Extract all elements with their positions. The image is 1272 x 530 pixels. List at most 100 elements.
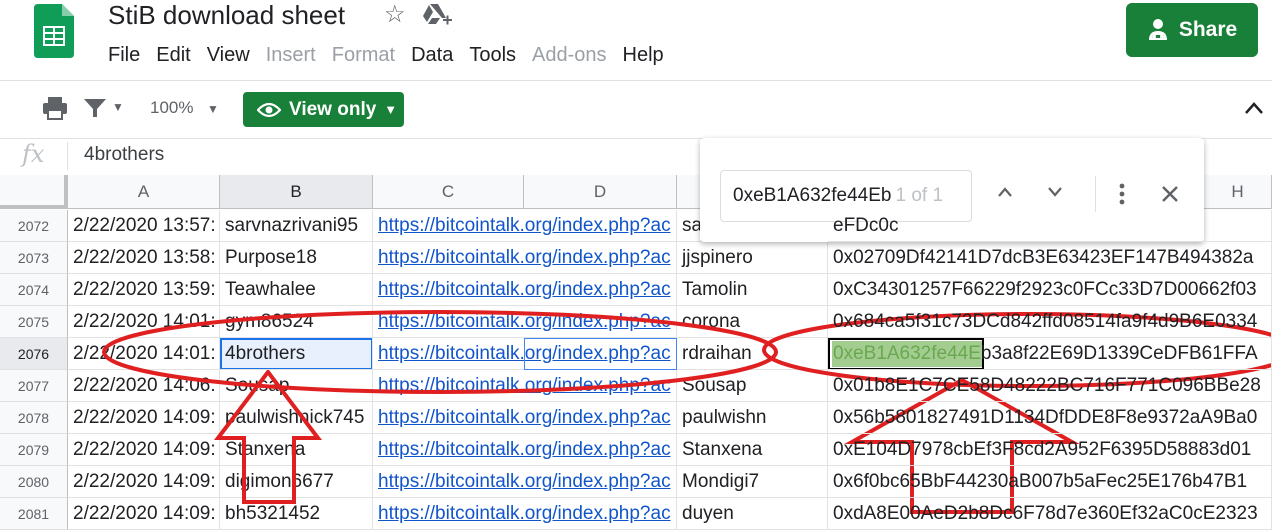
document-title[interactable]: StiB download sheet <box>108 0 345 31</box>
wallet-address-cell[interactable]: eFDc0c <box>828 210 1272 242</box>
username-cell[interactable]: Teawhalee <box>220 274 373 306</box>
name-cell[interactable]: Stanxena <box>677 434 828 466</box>
zoom-select[interactable]: 100% <box>150 98 193 118</box>
formula-input[interactable]: 4brothers <box>84 144 164 166</box>
username-cell[interactable]: Stanxena <box>220 434 373 466</box>
menu-file[interactable]: File <box>100 42 148 68</box>
wallet-address-cell[interactable]: 0x6f0bc65BbF44230aB007b5aFec25E176b47B1 <box>828 466 1272 498</box>
profile-link-cell[interactable]: https://bitcointalk.org/index.php?ac <box>373 402 677 434</box>
timestamp-cell[interactable]: 2/22/2020 14:09: <box>68 466 220 498</box>
wallet-address-cell[interactable]: 0x56b5801827491D1134DfDDE8F8e9372aA9Ba0 <box>828 402 1272 434</box>
menu-format[interactable]: Format <box>324 42 403 68</box>
username-cell[interactable]: paulwishnick745 <box>220 402 373 434</box>
wallet-address-cell[interactable]: 0xE104D7978cbEf3F8cd2A952F6395D58883d01 <box>828 434 1272 466</box>
row-header[interactable]: 2077 <box>0 370 68 402</box>
menu-view[interactable]: View <box>199 42 258 68</box>
menu-edit[interactable]: Edit <box>148 42 198 68</box>
username-cell[interactable]: sarvnazrivani95 <box>220 210 373 242</box>
name-cell[interactable]: duyen <box>677 498 828 530</box>
profile-link-cell[interactable]: https://bitcointalk.org/index.php?ac <box>373 466 677 498</box>
row-header[interactable]: 2074 <box>0 274 68 306</box>
menu-bar: File Edit View Insert Format Data Tools … <box>100 42 672 68</box>
profile-link-cell[interactable]: https://bitcointalk.org/index.php?ac <box>373 210 677 242</box>
select-all-corner[interactable] <box>0 175 68 209</box>
menu-tools[interactable]: Tools <box>461 42 524 68</box>
name-cell[interactable]: rdraihan <box>677 338 828 370</box>
row-header[interactable]: 2080 <box>0 466 68 498</box>
zoom-dropdown-icon[interactable]: ▼ <box>207 102 219 116</box>
more-vert-icon[interactable] <box>1114 182 1130 206</box>
chevron-up-icon[interactable] <box>1244 100 1264 116</box>
filter-icon[interactable] <box>83 96 107 120</box>
row-header[interactable]: 2081 <box>0 498 68 530</box>
name-cell[interactable]: corona <box>677 306 828 338</box>
wallet-address-cell[interactable]: 0x684ca5f31c73DCd842ffd08514fa9f4d9B6E03… <box>828 306 1272 338</box>
row-header[interactable]: 2075 <box>0 306 68 338</box>
wallet-address-cell[interactable]: 0x02709Df42141D7dcB3E63423EF147B494382a <box>828 242 1272 274</box>
print-icon[interactable] <box>42 96 68 120</box>
name-cell[interactable]: Tamolin <box>677 274 828 306</box>
wallet-address-cell[interactable]: 0xC34301257F66229f2923c0FCc33D7D00662f03 <box>828 274 1272 306</box>
wallet-address-rest: b3a8f22E69D1339CeDFB61FFA <box>980 343 1258 364</box>
view-only-label: View only <box>289 98 377 120</box>
wallet-address-cell[interactable]: 0xdA8E00AeD2b8Dc6F78d7e360Ef32aC0cE2323 <box>828 498 1272 530</box>
timestamp-cell[interactable]: 2/22/2020 13:57: <box>68 210 220 242</box>
menu-help[interactable]: Help <box>615 42 672 68</box>
find-next-icon[interactable] <box>1045 184 1065 200</box>
username-cell[interactable]: gym86524 <box>220 306 373 338</box>
timestamp-cell[interactable]: 2/22/2020 14:09: <box>68 498 220 530</box>
username-cell[interactable]: 4brothers <box>220 338 373 370</box>
row-header[interactable]: 2076 <box>0 338 68 370</box>
row-header[interactable]: 2073 <box>0 242 68 274</box>
name-cell[interactable]: jjspinero <box>677 242 828 274</box>
name-cell[interactable]: Sousap <box>677 370 828 402</box>
name-cell[interactable]: paulwishn <box>677 402 828 434</box>
timestamp-cell[interactable]: 2/22/2020 14:06: <box>68 370 220 402</box>
eye-icon <box>257 102 281 117</box>
column-header-h[interactable]: H <box>1204 175 1272 209</box>
wallet-address-cell[interactable]: 0xeB1A632fe44Eb3a8f22E69D1339CeDFB61FFA <box>828 338 1272 370</box>
profile-link-cell[interactable]: https://bitcointalk.org/index.php?ac <box>373 370 677 402</box>
username-cell[interactable]: Sousap <box>220 370 373 402</box>
find-previous-icon[interactable] <box>995 184 1015 200</box>
find-divider <box>1095 176 1096 212</box>
wallet-address-match: 0xeB1A632fe44E <box>833 343 981 364</box>
username-cell[interactable]: digimon6677 <box>220 466 373 498</box>
row-header[interactable]: 2078 <box>0 402 68 434</box>
find-count: 1 of 1 <box>895 185 944 206</box>
profile-link-cell[interactable]: https://bitcointalk.org/index.php?ac <box>373 274 677 306</box>
menu-data[interactable]: Data <box>403 42 461 68</box>
name-cell[interactable]: Mondigi7 <box>677 466 828 498</box>
close-icon[interactable] <box>1160 184 1180 204</box>
profile-link-cell[interactable]: https://bitcointalk.org/index.php?ac <box>373 242 677 274</box>
timestamp-cell[interactable]: 2/22/2020 14:01: <box>68 306 220 338</box>
fx-icon: fx <box>22 140 45 168</box>
filter-dropdown-icon[interactable]: ▼ <box>112 100 124 114</box>
profile-link-cell[interactable]: https://bitcointalk.org/index.php?ac <box>373 498 677 530</box>
row-header[interactable]: 2072 <box>0 210 68 242</box>
column-header-d[interactable]: D <box>524 175 677 209</box>
timestamp-cell[interactable]: 2/22/2020 14:09: <box>68 402 220 434</box>
timestamp-cell[interactable]: 2/22/2020 13:58: <box>68 242 220 274</box>
chevron-down-icon: ▼ <box>384 102 398 117</box>
menu-add-ons[interactable]: Add-ons <box>524 42 615 68</box>
column-header-b[interactable]: B <box>220 175 373 209</box>
column-header-a[interactable]: A <box>68 175 220 209</box>
profile-link-cell[interactable]: https://bitcointalk.org/index.php?ac <box>373 434 677 466</box>
wallet-address-cell[interactable]: 0x01b8E1C7CE58D48222BC716F771C096BBe28 <box>828 370 1272 402</box>
drive-add-icon[interactable] <box>422 2 452 28</box>
timestamp-cell[interactable]: 2/22/2020 13:59: <box>68 274 220 306</box>
menu-insert[interactable]: Insert <box>258 42 324 68</box>
column-header-c[interactable]: C <box>373 175 524 209</box>
share-label: Share <box>1178 18 1238 41</box>
profile-link-cell[interactable]: https://bitcointalk.org/index.php?ac <box>373 306 677 338</box>
sheets-logo-icon[interactable] <box>34 4 74 58</box>
timestamp-cell[interactable]: 2/22/2020 14:01: <box>68 338 220 370</box>
star-icon[interactable]: ☆ <box>384 0 406 29</box>
username-cell[interactable]: Purpose18 <box>220 242 373 274</box>
share-button[interactable]: Share <box>1126 3 1258 57</box>
row-header[interactable]: 2079 <box>0 434 68 466</box>
view-only-button[interactable]: View only ▼ <box>243 92 404 127</box>
username-cell[interactable]: bh5321452 <box>220 498 373 530</box>
timestamp-cell[interactable]: 2/22/2020 14:09: <box>68 434 220 466</box>
